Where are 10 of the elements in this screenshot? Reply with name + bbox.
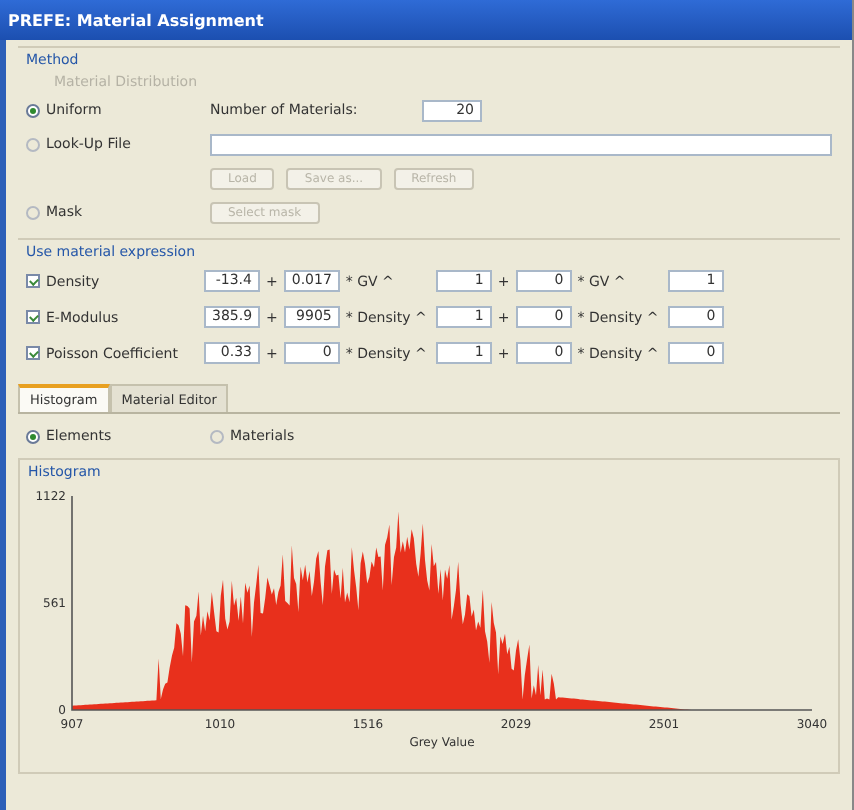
file-path-field[interactable]	[210, 133, 832, 155]
checkbox[interactable]	[26, 346, 40, 360]
radio-button[interactable]	[26, 205, 40, 219]
radio-button[interactable]	[26, 137, 40, 151]
checkbox[interactable]	[26, 274, 40, 288]
radio-button[interactable]	[26, 429, 40, 443]
radio-button[interactable]	[26, 103, 40, 117]
radio-button[interactable]	[210, 429, 224, 443]
window-title: PREFE: Material Assignment	[0, 0, 852, 40]
checkbox[interactable]	[26, 310, 40, 324]
